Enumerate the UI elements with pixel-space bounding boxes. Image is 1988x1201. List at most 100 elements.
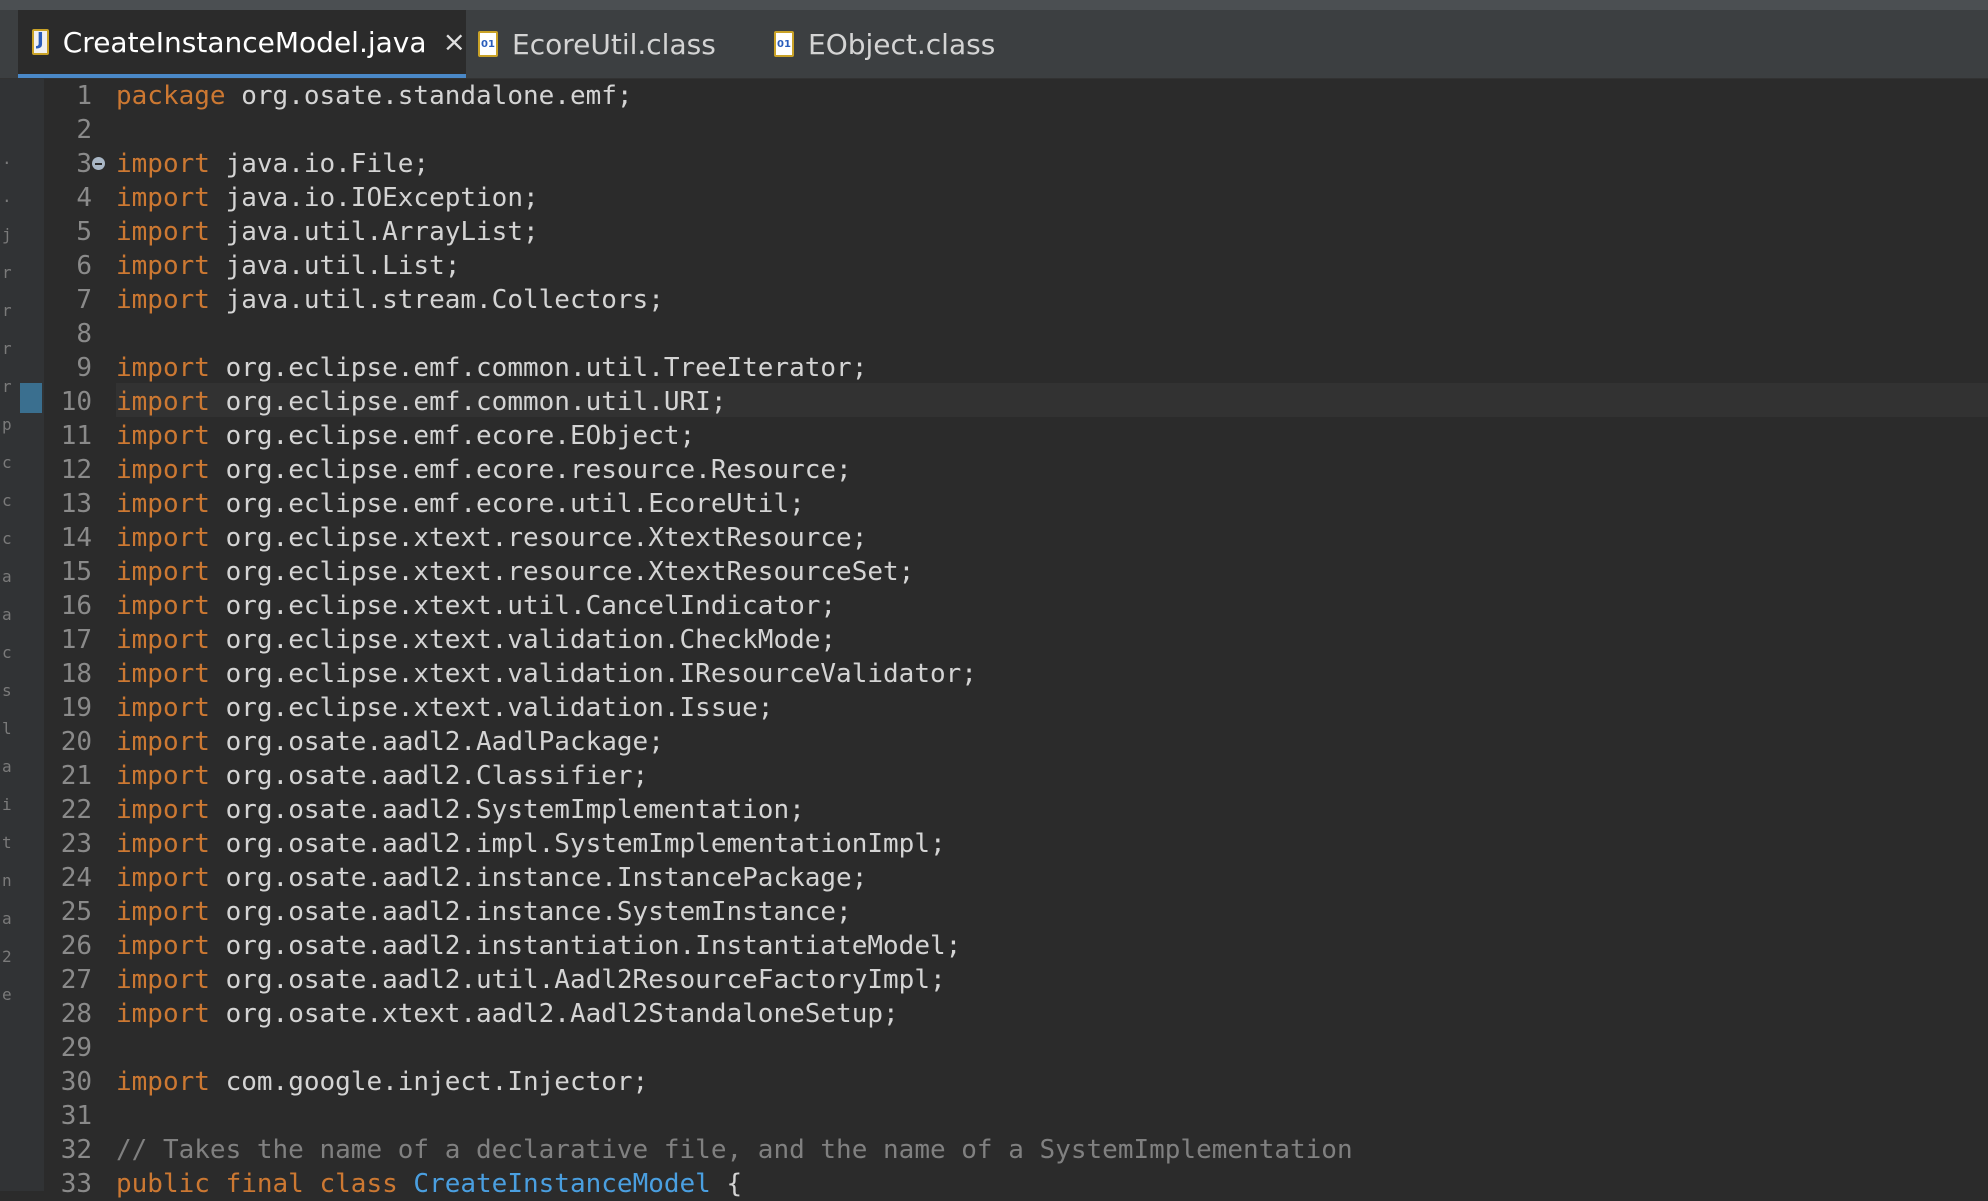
code-line[interactable]: 33 public final class CreateInstanceModel… [0,1167,1988,1201]
code-text: import org.osate.aadl2.instantiation.Ins… [116,929,961,963]
code-line[interactable]: 7 import java.util.stream.Collectors; [0,283,1988,317]
code-text: import java.util.stream.Collectors; [116,283,664,317]
code-line[interactable]: 12 import org.eclipse.emf.ecore.resource.… [0,453,1988,487]
keyword-token: import [116,183,210,213]
code-token: org.osate.aadl2.impl.SystemImplementatio… [209,829,946,859]
code-line[interactable]: 20 import org.osate.aadl2.AadlPackage; [0,725,1988,759]
line-number: 13 [60,489,92,519]
fold-collapse-icon[interactable] [92,157,105,170]
line-number: 7 [76,285,92,315]
code-line[interactable]: 29 [0,1031,1988,1065]
code-line[interactable]: 2 [0,113,1988,147]
code-token: org.osate.aadl2.instance.SystemInstance; [209,897,852,927]
code-token: org.eclipse.xtext.validation.CheckMode; [209,625,837,655]
code-line[interactable]: 15 import org.eclipse.xtext.resource.Xtex… [0,555,1988,589]
line-number: 21 [60,761,92,791]
code-line[interactable]: 24 import org.osate.aadl2.instance.Instan… [0,861,1988,895]
code-line[interactable]: 4 import java.io.IOException; [0,181,1988,215]
code-line[interactable]: 18 import org.eclipse.xtext.validation.IR… [0,657,1988,691]
tab-ecoreutil-class[interactable]: EcoreUtil.class [466,10,756,78]
comment-token: // Takes the name of a declarative file,… [116,1135,1353,1165]
keyword-token: public final class [116,1169,398,1199]
line-number: 14 [60,523,92,553]
keyword-token: import [116,455,210,485]
close-icon[interactable]: × [443,28,466,56]
keyword-token: import [116,761,210,791]
code-line[interactable]: 22 import org.osate.aadl2.SystemImplement… [0,793,1988,827]
code-line[interactable]: 32 // Takes the name of a declarative fil… [0,1133,1988,1167]
line-number: 4 [76,183,92,213]
keyword-token: package [116,81,226,111]
keyword-token: import [116,217,210,247]
code-text: import org.osate.aadl2.instance.SystemIn… [116,895,852,929]
code-text: import org.eclipse.xtext.validation.Chec… [116,623,836,657]
keyword-token: import [116,965,210,995]
line-number: 28 [60,999,92,1029]
class-name-token: CreateInstanceModel [397,1169,711,1199]
code-line[interactable]: 16 import org.eclipse.xtext.util.CancelIn… [0,589,1988,623]
code-token: org.osate.aadl2.instantiation.Instantiat… [209,931,962,961]
code-token: org.osate.aadl2.AadlPackage; [209,727,664,757]
code-token: org.osate.standalone.emf; [225,81,633,111]
line-number: 23 [60,829,92,859]
class-file-icon [478,31,498,57]
code-line[interactable]: 28 import org.osate.xtext.aadl2.Aadl2Stan… [0,997,1988,1031]
line-number: 10 [60,387,92,417]
line-number: 1 [76,81,92,111]
code-line[interactable]: 13 import org.eclipse.emf.ecore.util.Ecor… [0,487,1988,521]
code-line[interactable]: 26 import org.osate.aadl2.instantiation.I… [0,929,1988,963]
code-text: import org.osate.aadl2.AadlPackage; [116,725,664,759]
line-number: 17 [60,625,92,655]
code-token: org.eclipse.xtext.resource.XtextResource… [209,523,868,553]
editor-tab-bar: CreateInstanceModel.java × EcoreUtil.cla… [0,10,1988,79]
code-line[interactable]: 5 import java.util.ArrayList; [0,215,1988,249]
code-token: org.osate.aadl2.util.Aadl2ResourceFactor… [209,965,946,995]
keyword-token: import [116,727,210,757]
keyword-token: import [116,829,210,859]
code-line[interactable]: 17 import org.eclipse.xtext.validation.Ch… [0,623,1988,657]
code-token: { [710,1169,743,1199]
code-line[interactable]: 10 import org.eclipse.emf.common.util.URI… [0,385,1988,419]
line-number: 25 [60,897,92,927]
code-line[interactable]: 30 import com.google.inject.Injector; [0,1065,1988,1099]
window-top-strip [0,0,1988,10]
tab-label: EObject.class [808,27,996,61]
code-line[interactable]: 19 import org.eclipse.xtext.validation.Is… [0,691,1988,725]
line-number: 22 [60,795,92,825]
line-number: 15 [60,557,92,587]
code-line[interactable]: 6 import java.util.List; [0,249,1988,283]
code-text: import com.google.inject.Injector; [116,1065,648,1099]
code-line[interactable]: 9 import org.eclipse.emf.common.util.Tree… [0,351,1988,385]
code-line[interactable]: 8 [0,317,1988,351]
code-token: org.osate.aadl2.Classifier; [209,761,649,791]
tab-create-instance-model[interactable]: CreateInstanceModel.java × [18,10,466,78]
code-line[interactable]: 23 import org.osate.aadl2.impl.SystemImpl… [0,827,1988,861]
keyword-token: import [116,931,210,961]
code-token: java.util.List; [209,251,461,281]
code-line[interactable]: 31 [0,1099,1988,1133]
line-number: 30 [60,1067,92,1097]
code-text: import org.eclipse.xtext.resource.XtextR… [116,521,867,555]
keyword-token: import [116,625,210,655]
code-text: import org.osate.aadl2.Classifier; [116,759,648,793]
code-line[interactable]: 14 import org.eclipse.xtext.resource.Xtex… [0,521,1988,555]
code-line[interactable]: 25 import org.osate.aadl2.instance.System… [0,895,1988,929]
line-number: 31 [60,1101,92,1131]
line-number: 27 [60,965,92,995]
line-number: 12 [60,455,92,485]
code-token: java.io.File; [209,149,430,179]
tab-eobject-class[interactable]: EObject.class [770,10,1060,78]
keyword-token: import [116,659,210,689]
code-token: org.eclipse.xtext.validation.Issue; [209,693,774,723]
code-token: com.google.inject.Injector; [209,1067,649,1097]
code-line[interactable]: 11 import org.eclipse.emf.ecore.EObject; [0,419,1988,453]
keyword-token: import [116,149,210,179]
code-line[interactable]: 1 package org.osate.standalone.emf; [0,79,1988,113]
line-number: 16 [60,591,92,621]
code-line[interactable]: 3 import java.io.File; [0,147,1988,181]
code-line[interactable]: 27 import org.osate.aadl2.util.Aadl2Resou… [0,963,1988,997]
code-token: java.util.ArrayList; [209,217,539,247]
code-line[interactable]: 21 import org.osate.aadl2.Classifier; [0,759,1988,793]
code-token: org.eclipse.emf.common.util.URI; [209,387,727,417]
keyword-token: import [116,557,210,587]
